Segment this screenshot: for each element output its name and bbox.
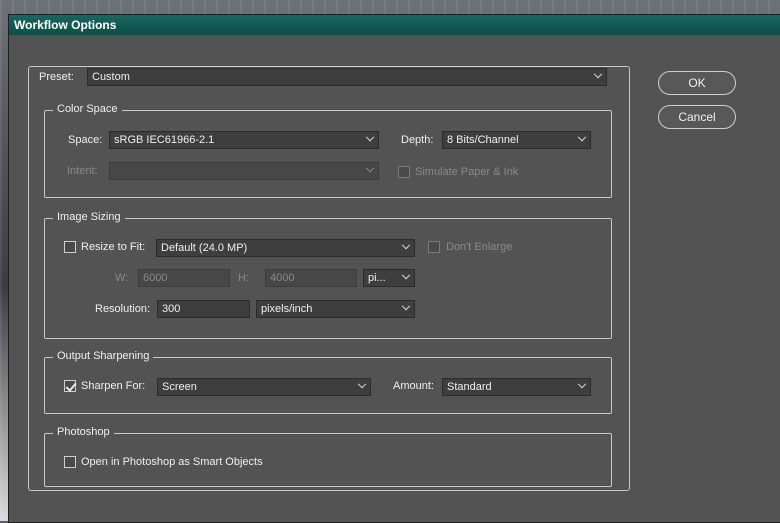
preset-label: Preset: <box>39 71 74 83</box>
smart-objects-label: Open in Photoshop as Smart Objects <box>81 456 263 468</box>
sharpen-for-value: Screen <box>162 381 197 393</box>
depth-value: 8 Bits/Channel <box>447 134 519 146</box>
width-input[interactable]: 6000 <box>138 269 230 287</box>
amount-value: Standard <box>447 381 492 393</box>
cancel-button[interactable]: Cancel <box>658 105 736 129</box>
resize-to-fit-select[interactable]: Default (24.0 MP) <box>156 239 415 257</box>
size-unit-value: pi... <box>368 272 386 284</box>
simulate-paper-checkbox[interactable] <box>398 166 410 178</box>
resize-to-fit-value: Default (24.0 MP) <box>161 242 248 254</box>
smart-objects-checkbox[interactable] <box>64 456 76 468</box>
intent-select[interactable] <box>109 162 379 180</box>
depth-label: Depth: <box>401 134 434 146</box>
dont-enlarge-checkbox[interactable] <box>428 241 440 253</box>
space-value: sRGB IEC61966-2.1 <box>114 134 215 146</box>
dialog-body: Preset: Custom OK Cancel Color Space Spa… <box>9 35 780 522</box>
height-input[interactable]: 4000 <box>265 269 357 287</box>
sharpen-for-select[interactable]: Screen <box>157 378 371 396</box>
chevron-down-icon <box>401 270 411 280</box>
amount-label: Amount: <box>393 380 434 392</box>
simulate-paper-label: Simulate Paper & Ink <box>415 166 519 178</box>
space-label: Space: <box>68 134 103 146</box>
resize-to-fit-label: Resize to Fit: <box>81 241 146 253</box>
color-space-group: Color Space <box>44 102 612 198</box>
width-label: W: <box>115 272 129 284</box>
output-sharpening-title: Output Sharpening <box>53 349 154 363</box>
amount-select[interactable]: Standard <box>442 378 591 396</box>
dont-enlarge-label: Don't Enlarge <box>446 241 513 253</box>
chevron-down-icon <box>593 69 603 79</box>
dialog-title: Workflow Options <box>9 15 780 35</box>
chevron-down-icon <box>401 240 411 250</box>
workflow-options-dialog: Workflow Options Preset: Custom OK Cance… <box>8 14 780 523</box>
preset-select[interactable]: Custom <box>87 68 607 86</box>
preset-value: Custom <box>92 71 130 83</box>
photoshop-title: Photoshop <box>53 425 114 439</box>
depth-select[interactable]: 8 Bits/Channel <box>442 131 591 149</box>
resolution-input[interactable]: 300 <box>157 300 250 318</box>
chevron-down-icon <box>577 379 587 389</box>
chevron-down-icon <box>401 301 411 311</box>
resolution-unit-value: pixels/inch <box>261 303 313 315</box>
height-label: H: <box>238 272 249 284</box>
resize-to-fit-checkbox[interactable] <box>64 241 76 253</box>
chevron-down-icon <box>365 163 375 173</box>
resolution-label: Resolution: <box>95 303 151 315</box>
space-select[interactable]: sRGB IEC61966-2.1 <box>109 131 379 149</box>
color-space-title: Color Space <box>53 102 122 116</box>
chevron-down-icon <box>357 379 367 389</box>
sharpen-for-checkbox[interactable] <box>64 380 76 392</box>
chevron-down-icon <box>365 132 375 142</box>
ok-button[interactable]: OK <box>658 71 736 95</box>
size-unit-select[interactable]: pi... <box>363 269 415 287</box>
image-sizing-title: Image Sizing <box>53 210 125 224</box>
sharpen-for-label: Sharpen For: <box>81 380 146 392</box>
resolution-unit-select[interactable]: pixels/inch <box>256 300 415 318</box>
chevron-down-icon <box>577 132 587 142</box>
intent-label: Intent: <box>67 165 98 177</box>
